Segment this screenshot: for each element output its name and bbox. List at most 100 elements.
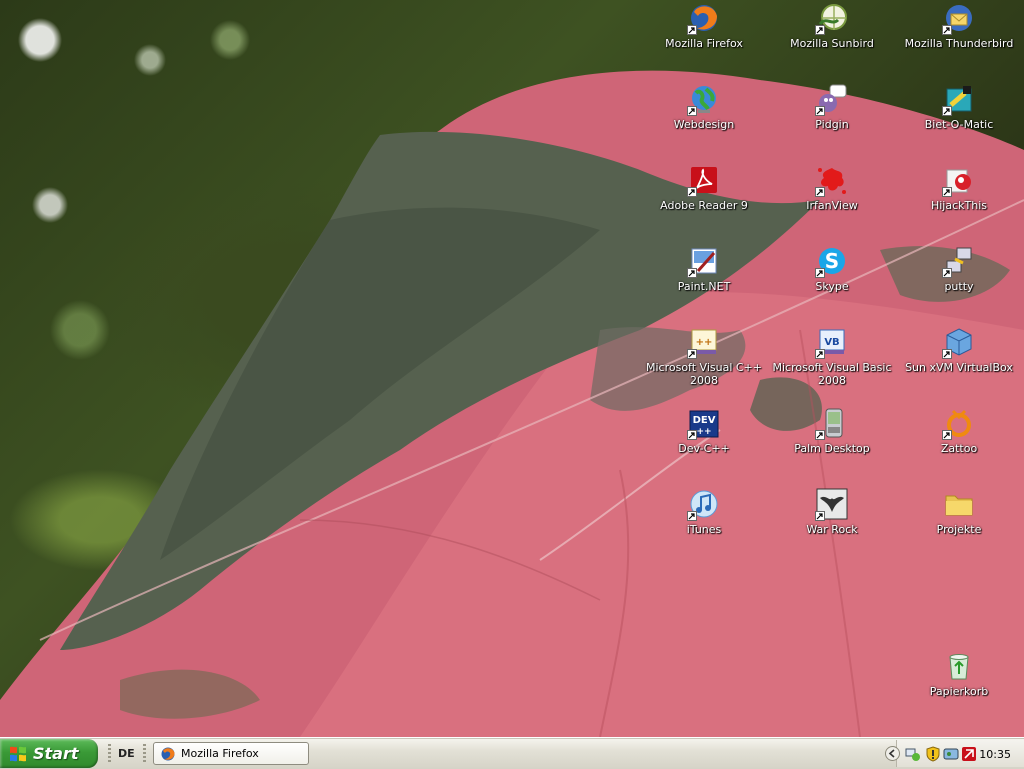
shortcut-arrow-icon: [942, 349, 952, 359]
desktop-icon-recycle-bin[interactable]: Papierkorb: [895, 650, 1023, 698]
visual-cpp-icon: ++: [687, 326, 720, 359]
shortcut-arrow-icon: [687, 268, 697, 278]
chevron-left-icon: [888, 749, 895, 758]
desktop-icon-label: Sun xVM VirtualBox: [905, 361, 1013, 374]
putty-icon: [942, 245, 975, 278]
sunbird-icon: [815, 2, 848, 35]
virtualbox-icon: [942, 326, 975, 359]
taskbar: Start DE Mozilla Firefox 10:35: [0, 737, 1024, 769]
desktop-icon-label: War Rock: [806, 523, 858, 536]
desktop-icon-label: Webdesign: [673, 118, 735, 131]
shortcut-arrow-icon: [687, 349, 697, 359]
desktop-icon-paintnet[interactable]: Paint.NET: [640, 245, 768, 293]
desktop-icon-adobe-reader[interactable]: Adobe Reader 9: [640, 164, 768, 212]
shortcut-arrow-icon: [942, 187, 952, 197]
shortcut-arrow-icon: [687, 106, 697, 116]
desktop-icon-war-rock[interactable]: War Rock: [768, 488, 896, 536]
desktop-icon-irfanview[interactable]: IrfanView: [768, 164, 896, 212]
svg-text:++: ++: [696, 427, 711, 437]
security-shield-icon[interactable]: [925, 746, 941, 762]
desktop-icon-webdesign[interactable]: Webdesign: [640, 83, 768, 131]
desktop-icon-label: putty: [944, 280, 974, 293]
shortcut-arrow-icon: [815, 25, 825, 35]
dev-cpp-icon: DEV ++: [687, 407, 720, 440]
shortcut-arrow-icon: [815, 430, 825, 440]
desktop-icon-label: Skype: [815, 280, 849, 293]
desktop-icon-itunes[interactable]: iTunes: [640, 488, 768, 536]
shortcut-arrow-icon: [815, 349, 825, 359]
desktop-icon-virtualbox[interactable]: Sun xVM VirtualBox: [895, 326, 1023, 374]
itunes-icon: [687, 488, 720, 521]
desktop-icon-thunderbird[interactable]: Mozilla Thunderbird: [895, 2, 1023, 50]
start-button[interactable]: Start: [0, 739, 98, 768]
shortcut-arrow-icon: [815, 268, 825, 278]
desktop-icon-label: Paint.NET: [677, 280, 731, 293]
desktop-icon-biet-o-matic[interactable]: Biet-O-Matic: [895, 83, 1023, 131]
desktop-icon-putty[interactable]: putty: [895, 245, 1023, 293]
desktop-icon-sunbird[interactable]: Mozilla Sunbird: [768, 2, 896, 50]
shortcut-arrow-icon: [942, 106, 952, 116]
desktop-icon-label: Microsoft Visual C++ 2008: [645, 361, 762, 387]
desktop-icon-projekte[interactable]: Projekte: [895, 488, 1023, 536]
svg-text:VB: VB: [824, 337, 839, 348]
shortcut-arrow-icon: [687, 430, 697, 440]
desktop-icon-visual-basic[interactable]: VB Microsoft Visual Basic 2008: [768, 326, 896, 387]
desktop-icon-hijackthis[interactable]: HijackThis: [895, 164, 1023, 212]
toolbar-grip[interactable]: [108, 744, 111, 764]
shortcut-arrow-icon: [687, 25, 697, 35]
firefox-icon: [161, 747, 175, 761]
desktop-icon-zattoo[interactable]: Zattoo: [895, 407, 1023, 455]
desktop-icon-label: Zattoo: [940, 442, 978, 455]
taskbar-button-label: Mozilla Firefox: [181, 747, 259, 760]
folder-icon: [943, 488, 975, 520]
skype-icon: S: [815, 245, 848, 278]
desktop-icon-label: iTunes: [686, 523, 722, 536]
svg-text:++: ++: [696, 337, 713, 348]
adobe-updater-icon[interactable]: [961, 746, 977, 762]
clock[interactable]: 10:35: [979, 748, 1011, 761]
desktop-icon-pidgin[interactable]: Pidgin: [768, 83, 896, 131]
windows-logo-icon: [10, 746, 26, 762]
desktop-icon-visual-cpp[interactable]: ++ Microsoft Visual C++ 2008: [640, 326, 768, 387]
taskbar-button-firefox[interactable]: Mozilla Firefox: [153, 742, 309, 765]
shortcut-arrow-icon: [942, 430, 952, 440]
desktop-icon-skype[interactable]: S Skype: [768, 245, 896, 293]
paintnet-icon: [687, 245, 720, 278]
desktop[interactable]: Mozilla Firefox Mozilla Sunbird Mozilla …: [0, 0, 1024, 737]
shortcut-arrow-icon: [815, 511, 825, 521]
palm-desktop-icon: [815, 407, 848, 440]
language-indicator[interactable]: DE: [118, 747, 135, 760]
pidgin-icon: [815, 83, 848, 116]
network-icon[interactable]: [905, 746, 921, 762]
desktop-icon-dev-cpp[interactable]: DEV ++ Dev-C++: [640, 407, 768, 455]
desktop-icon-label: Adobe Reader 9: [660, 199, 748, 212]
desktop-icon-label: Microsoft Visual Basic 2008: [772, 361, 892, 387]
start-label: Start: [33, 744, 79, 763]
thunderbird-icon: [942, 2, 975, 35]
svg-text:S: S: [825, 249, 839, 273]
hijackthis-icon: [942, 164, 975, 197]
firefox-icon: [687, 2, 720, 35]
zattoo-icon: [942, 407, 975, 440]
adobe-reader-icon: [687, 164, 720, 197]
desktop-icon-palm-desktop[interactable]: Palm Desktop: [768, 407, 896, 455]
toolbar-grip[interactable]: [143, 744, 146, 764]
desktop-icon-label: HijackThis: [930, 199, 988, 212]
desktop-icon-label: Papierkorb: [929, 685, 989, 698]
irfanview-icon: [815, 164, 848, 197]
shortcut-arrow-icon: [942, 268, 952, 278]
desktop-icon-label: Pidgin: [815, 118, 849, 131]
recycle-bin-icon: [943, 650, 975, 682]
shortcut-arrow-icon: [815, 187, 825, 197]
tray-expand-button[interactable]: [885, 746, 900, 761]
system-tray: 10:35: [885, 740, 1024, 767]
shortcut-arrow-icon: [687, 511, 697, 521]
desktop-icon-label: Mozilla Firefox: [665, 37, 743, 50]
shortcut-arrow-icon: [815, 106, 825, 116]
hardware-icon[interactable]: [943, 746, 959, 762]
svg-text:DEV: DEV: [693, 415, 716, 426]
desktop-icon-firefox[interactable]: Mozilla Firefox: [640, 2, 768, 50]
desktop-icon-label: Biet-O-Matic: [924, 118, 994, 131]
visual-basic-icon: VB: [815, 326, 848, 359]
shortcut-arrow-icon: [687, 187, 697, 197]
